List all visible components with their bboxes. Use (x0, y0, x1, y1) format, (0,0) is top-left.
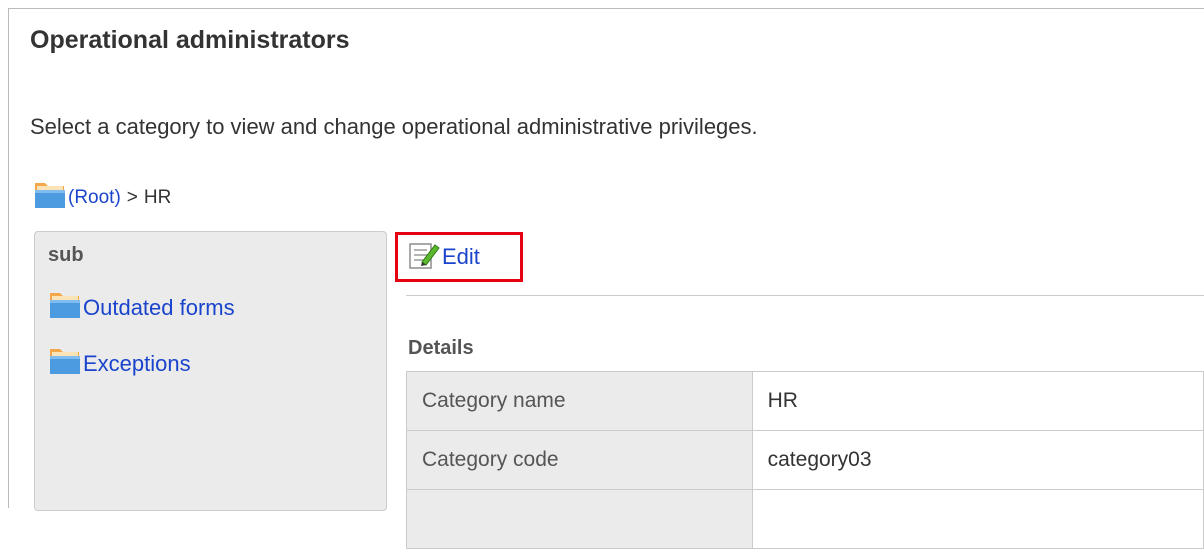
category-code-value: category03 (751, 430, 1204, 490)
page-description: Select a category to view and change ope… (30, 114, 758, 139)
edit-icon (408, 240, 440, 275)
table-row: Category code category03 (406, 430, 1204, 490)
folder-icon (49, 346, 81, 382)
breadcrumb-separator: > (126, 187, 138, 208)
sidebar-header: sub (48, 244, 84, 266)
sidebar-item-label: Outdated forms (83, 295, 235, 320)
breadcrumb-root-link[interactable]: (Root) (68, 187, 121, 209)
section-divider (406, 295, 1204, 296)
details-heading: Details (408, 337, 474, 359)
sidebar-item-exceptions[interactable]: Exceptions (49, 346, 191, 382)
details-table: Category name HR Category code category0… (406, 371, 1204, 549)
folder-icon (49, 290, 81, 326)
sidebar-item-label: Exceptions (83, 351, 191, 376)
category-sidebar: sub Outdated forms Exceptions (34, 231, 387, 511)
page-title: Operational administrators (30, 26, 350, 54)
details-row-key (406, 489, 753, 549)
breadcrumb-current: HR (143, 187, 172, 208)
details-row-value (751, 489, 1204, 549)
edit-button[interactable]: Edit (395, 232, 523, 282)
folder-icon (34, 180, 66, 216)
edit-label: Edit (442, 244, 480, 269)
breadcrumb: (Root) > HR (34, 180, 171, 216)
table-row: Category name HR (406, 371, 1204, 431)
category-name-key: Category name (406, 371, 753, 431)
sidebar-item-outdated-forms[interactable]: Outdated forms (49, 290, 235, 326)
category-code-key: Category code (406, 430, 753, 490)
category-name-value: HR (751, 371, 1204, 431)
table-row (406, 489, 1204, 549)
